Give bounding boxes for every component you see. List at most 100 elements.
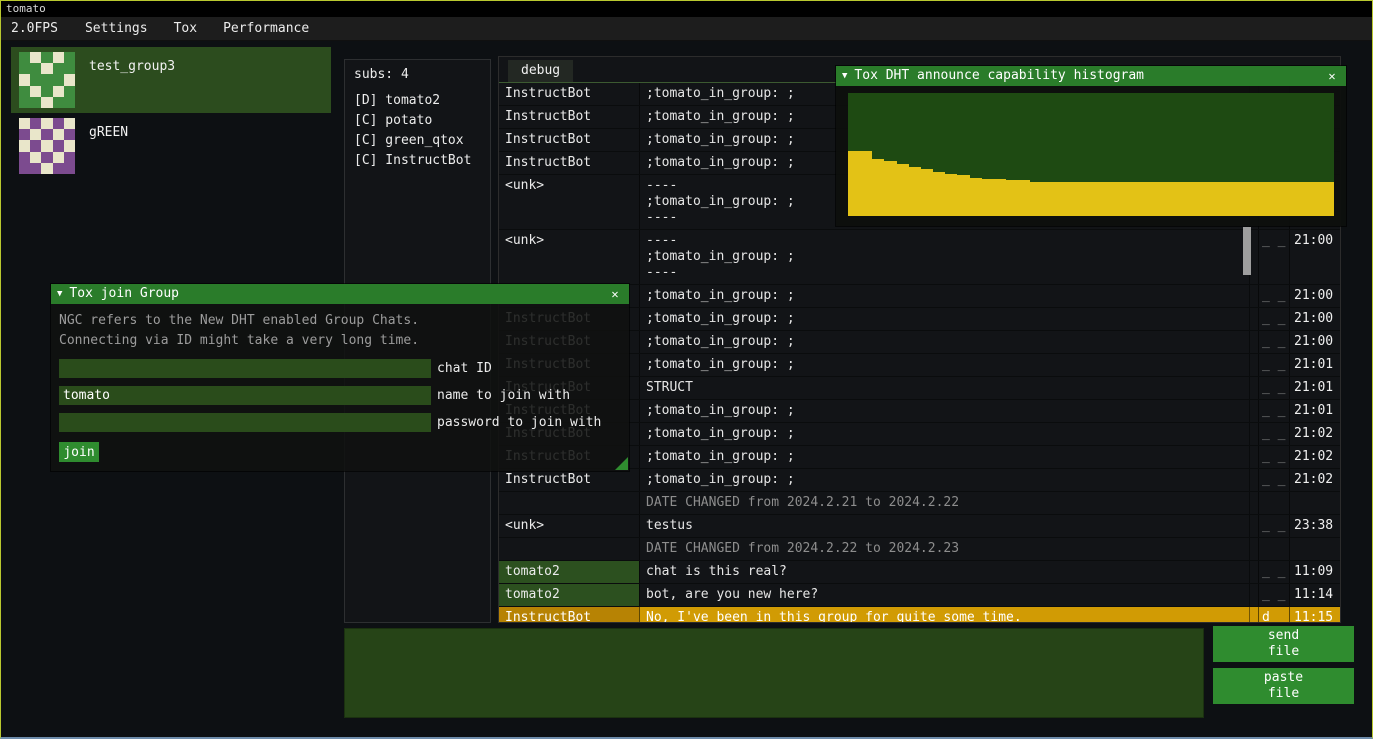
group-item[interactable]: test_group3 xyxy=(11,47,331,113)
histogram-bar xyxy=(1140,182,1152,216)
histogram-bar xyxy=(897,164,909,216)
message-status-flags: _ _ xyxy=(1258,285,1289,307)
histogram-bar xyxy=(1237,182,1249,216)
histogram-window: ▼ Tox DHT announce capability histogram … xyxy=(836,66,1346,226)
join-body: NGC refers to the New DHT enabled Group … xyxy=(51,304,629,471)
histogram-bar xyxy=(1286,182,1298,216)
subs-item[interactable]: [D] tomato2 xyxy=(345,91,490,111)
histogram-bar xyxy=(1018,180,1030,216)
chat-id-input[interactable] xyxy=(59,359,431,378)
message-status-flags: _ _ xyxy=(1258,561,1289,583)
resize-grip[interactable] xyxy=(615,457,628,470)
chat-message-row[interactable]: InstructBot No, I've been in this group … xyxy=(499,607,1340,622)
group-item[interactable]: gREEN xyxy=(11,113,331,179)
message-author: InstructBot xyxy=(499,152,639,174)
scrollbar-gutter xyxy=(1249,377,1258,399)
histogram-bar xyxy=(1055,182,1067,216)
join-password-input[interactable] xyxy=(59,413,431,432)
histogram-bar xyxy=(982,179,994,216)
histogram-bar xyxy=(1188,182,1200,216)
menu-item[interactable]: Performance xyxy=(210,17,322,40)
histogram-bar xyxy=(1091,182,1103,216)
chat-message-row[interactable]: DATE CHANGED from 2024.2.22 to 2024.2.23 xyxy=(499,538,1340,561)
message-text: DATE CHANGED from 2024.2.22 to 2024.2.23 xyxy=(639,538,1249,560)
group-name: test_group3 xyxy=(89,59,175,74)
scrollbar-gutter xyxy=(1249,331,1258,353)
histogram-bar xyxy=(957,175,969,216)
message-timestamp: 21:00 xyxy=(1289,285,1340,307)
subs-item[interactable]: [C] green_qtox xyxy=(345,131,490,151)
menu-item[interactable]: Settings xyxy=(72,17,161,40)
histogram-bar xyxy=(909,167,921,216)
collapse-arrow-icon[interactable]: ▼ xyxy=(57,284,62,304)
message-status-flags: d xyxy=(1258,607,1289,622)
message-input[interactable] xyxy=(344,628,1204,718)
tab-debug[interactable]: debug xyxy=(508,60,573,82)
collapse-arrow-icon[interactable]: ▼ xyxy=(842,66,847,86)
group-name: gREEN xyxy=(89,125,128,140)
close-icon[interactable]: ✕ xyxy=(607,284,623,304)
histogram-bar xyxy=(1006,180,1018,216)
message-author: <unk> xyxy=(499,230,639,284)
message-author: InstructBot xyxy=(499,607,639,622)
message-text: ;tomato_in_group: ; xyxy=(639,400,1249,422)
message-text: ;tomato_in_group: ; xyxy=(639,308,1249,330)
chat-message-row[interactable]: InstructBot ;tomato_in_group: ; _ _ 21:0… xyxy=(499,469,1340,492)
subs-item[interactable]: [C] potato xyxy=(345,111,490,131)
scrollbar-gutter xyxy=(1249,607,1258,622)
message-status-flags: _ _ xyxy=(1258,423,1289,445)
message-status-flags: _ _ xyxy=(1258,469,1289,491)
menu-item[interactable]: Tox xyxy=(161,17,210,40)
chat-message-row[interactable]: tomato2 bot, are you new here? _ _ 11:14 xyxy=(499,584,1340,607)
chat-message-row[interactable]: tomato2 chat is this real? _ _ 11:09 xyxy=(499,561,1340,584)
subs-list: [D] tomato2 [C] potato [C] green_qtox [C… xyxy=(345,91,490,171)
message-text: testus xyxy=(639,515,1249,537)
message-status-flags xyxy=(1258,538,1289,560)
title-bar[interactable]: tomato xyxy=(1,1,1372,17)
join-title-bar[interactable]: ▼ Tox join Group ✕ xyxy=(51,284,629,304)
scrollbar-gutter xyxy=(1249,446,1258,468)
chat-scrollbar-thumb[interactable] xyxy=(1243,227,1251,275)
histogram-bar xyxy=(1079,182,1091,216)
message-timestamp: 21:00 xyxy=(1289,230,1340,284)
send-file-button[interactable]: send file xyxy=(1213,626,1354,662)
scrollbar-gutter xyxy=(1249,538,1258,560)
message-timestamp: 21:02 xyxy=(1289,446,1340,468)
message-timestamp: 21:00 xyxy=(1289,331,1340,353)
menu-items: Settings Tox Performance xyxy=(72,17,322,40)
message-status-flags: _ _ xyxy=(1258,230,1289,284)
message-text: ;tomato_in_group: ; xyxy=(639,331,1249,353)
message-text: ;tomato_in_group: ; xyxy=(639,354,1249,376)
histogram-title-bar[interactable]: ▼ Tox DHT announce capability histogram … xyxy=(836,66,1346,86)
message-status-flags: _ _ xyxy=(1258,400,1289,422)
subs-item[interactable]: [C] InstructBot xyxy=(345,151,490,171)
join-field-label: name to join with xyxy=(437,388,570,403)
chat-message-row[interactable]: <unk> testus _ _ 23:38 xyxy=(499,515,1340,538)
message-text: chat is this real? xyxy=(639,561,1249,583)
message-author xyxy=(499,538,639,560)
scrollbar-gutter xyxy=(1249,308,1258,330)
paste-file-button[interactable]: paste file xyxy=(1213,668,1354,704)
join-field-row: password to join with xyxy=(59,413,621,432)
chat-message-row[interactable]: DATE CHANGED from 2024.2.21 to 2024.2.22 xyxy=(499,492,1340,515)
message-author: InstructBot xyxy=(499,469,639,491)
join-button[interactable]: join xyxy=(59,442,99,462)
message-author: InstructBot xyxy=(499,83,639,105)
message-text: No, I've been in this group for quite so… xyxy=(639,607,1249,622)
close-icon[interactable]: ✕ xyxy=(1324,66,1340,86)
message-timestamp: 11:15 xyxy=(1289,607,1340,622)
message-status-flags: _ _ xyxy=(1258,308,1289,330)
message-timestamp xyxy=(1289,492,1340,514)
chat-message-row[interactable]: <unk> ---- ;tomato_in_group: ; ---- _ _ … xyxy=(499,230,1340,285)
message-author: tomato2 xyxy=(499,561,639,583)
scrollbar-gutter xyxy=(1249,400,1258,422)
message-text: ;tomato_in_group: ; xyxy=(639,446,1249,468)
message-text: ;tomato_in_group: ; xyxy=(639,423,1249,445)
message-author: <unk> xyxy=(499,515,639,537)
scrollbar-gutter xyxy=(1249,492,1258,514)
join-name-input[interactable] xyxy=(59,386,431,405)
scrollbar-gutter xyxy=(1249,561,1258,583)
group-avatar xyxy=(19,52,75,108)
join-info-line: NGC refers to the New DHT enabled Group … xyxy=(59,311,621,331)
histogram-bar xyxy=(1249,182,1261,216)
